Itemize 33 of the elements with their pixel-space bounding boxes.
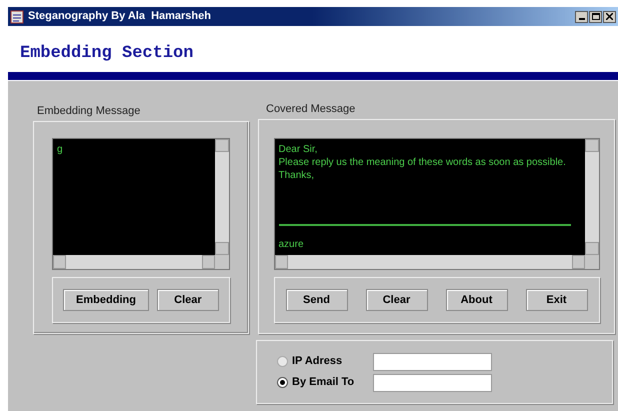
radio-button[interactable] [277,356,288,367]
input-field[interactable] [373,352,492,370]
text-area[interactable]: Dear Sir, Please reply us the meaning of these words as soon as possible. Thanks, azure [274,139,584,255]
action-button[interactable]: Send [286,289,348,311]
window-title: Steganography By Ala Hamarsheh [28,9,212,24]
radio-button[interactable] [277,377,288,388]
section-heading: Embedding Section [20,42,194,64]
message-line: Please reply us the meaning of these words as soon as possible. [278,156,567,169]
message-text: g [57,143,64,156]
action-button[interactable]: Clear [366,289,428,311]
vertical-scrollbar[interactable] [584,139,598,255]
maximize-button[interactable] [589,10,602,22]
scrollbar-corner [215,255,229,269]
action-button[interactable]: Exit [526,289,588,311]
panel-label: Covered Message [265,102,356,117]
horizontal-scrollbar[interactable] [53,255,215,269]
app-icon [10,10,24,24]
action-button[interactable]: About [446,289,508,311]
vertical-scrollbar[interactable] [215,139,229,255]
minimize-button[interactable] [575,10,588,22]
action-button[interactable]: Clear [156,289,219,311]
signature-text: azure [278,238,305,251]
horizontal-scrollbar[interactable] [274,255,584,269]
scrollbar-corner [584,255,598,269]
close-button[interactable] [603,10,616,22]
option-label: IP Adress [292,354,342,370]
message-line: Dear Sir, [278,143,318,156]
input-field[interactable] [373,374,492,392]
option-label: By Email To [292,375,354,390]
panel-label: Embedding Message [36,104,142,119]
message-line: Thanks, [278,169,316,182]
action-button[interactable]: Embedding [63,289,149,311]
text-area[interactable]: g [53,139,215,255]
